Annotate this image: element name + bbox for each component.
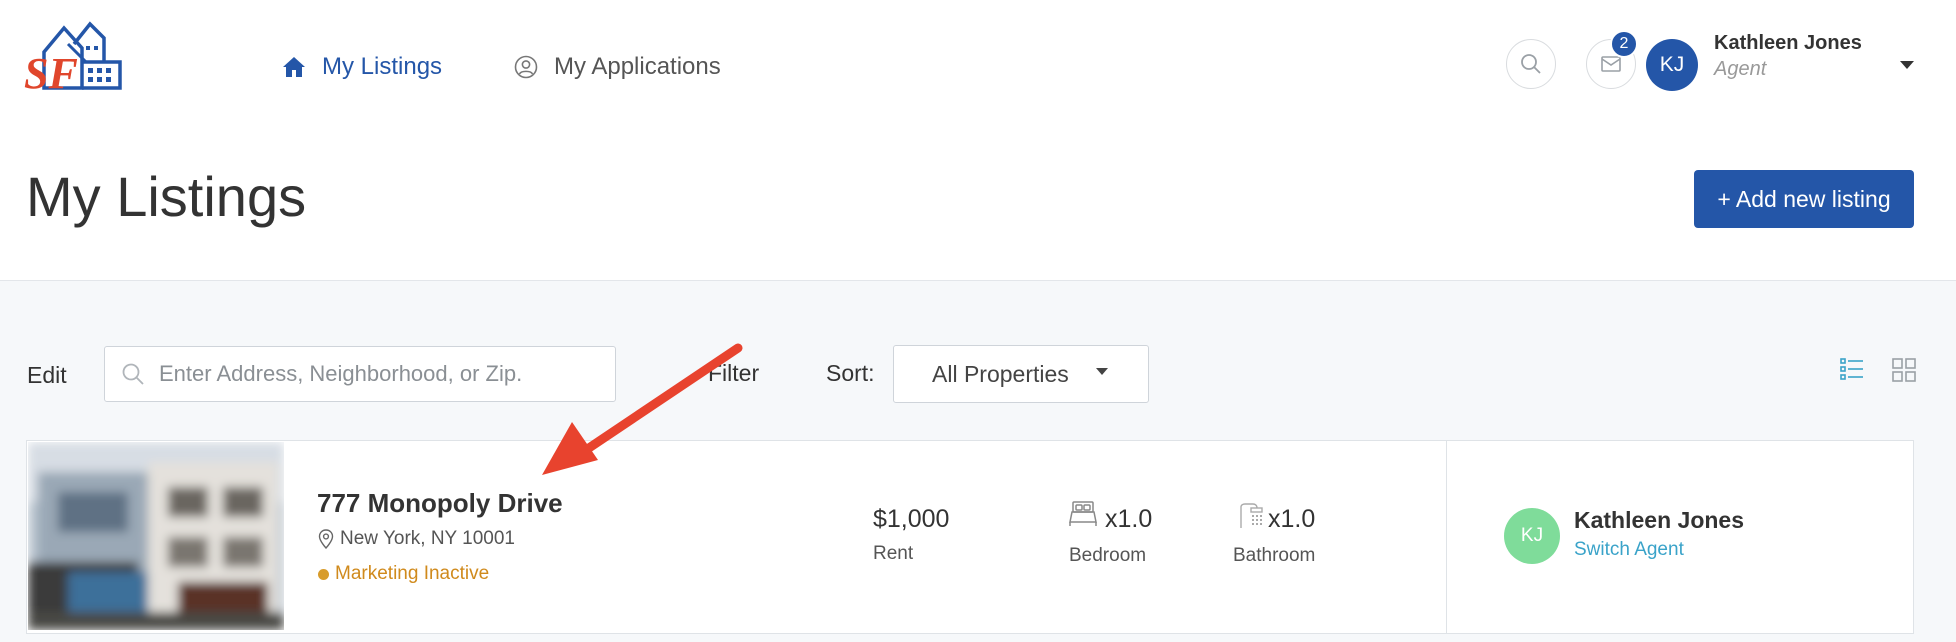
nav-my-applications[interactable]: My Applications bbox=[514, 48, 721, 86]
user-menu-caret-icon[interactable] bbox=[1900, 61, 1914, 69]
chevron-down-icon bbox=[1096, 368, 1108, 375]
listing-photo[interactable] bbox=[28, 442, 284, 630]
agent-avatar: KJ bbox=[1504, 508, 1560, 564]
page-title: My Listings bbox=[26, 165, 307, 228]
listing-location: New York, NY 10001 bbox=[318, 528, 515, 550]
nav-my-listings-label: My Listings bbox=[322, 53, 443, 80]
listing-card[interactable] bbox=[26, 440, 1914, 634]
grid-view-icon[interactable] bbox=[1892, 358, 1916, 387]
notification-badge: 2 bbox=[1610, 30, 1638, 58]
rent-value: $1,000 bbox=[873, 505, 950, 533]
company-logo[interactable]: SF bbox=[24, 18, 124, 98]
sort-dropdown[interactable]: All Properties bbox=[893, 345, 1149, 403]
bedroom-label: Bedroom bbox=[1069, 545, 1147, 566]
list-view-icon[interactable] bbox=[1840, 358, 1864, 385]
nav-my-applications-label: My Applications bbox=[554, 53, 721, 80]
home-icon bbox=[283, 57, 305, 77]
rent-label: Rent bbox=[873, 543, 914, 564]
sort-dropdown-value: All Properties bbox=[932, 360, 1069, 387]
bed-icon bbox=[1068, 500, 1098, 533]
listing-status-text: Marketing Inactive bbox=[335, 563, 490, 584]
add-new-listing-button[interactable]: + Add new listing bbox=[1694, 170, 1914, 228]
user-avatar[interactable]: KJ bbox=[1646, 39, 1698, 91]
status-dot-icon bbox=[318, 568, 329, 580]
user-circle-icon bbox=[514, 55, 538, 79]
listing-status: Marketing Inactive bbox=[318, 563, 489, 585]
user-name[interactable]: Kathleen Jones bbox=[1714, 32, 1862, 55]
nav-my-listings[interactable]: My Listings bbox=[282, 48, 442, 86]
header-search-button[interactable] bbox=[1506, 39, 1556, 89]
map-pin-icon bbox=[318, 529, 334, 549]
sort-label: Sort: bbox=[826, 360, 875, 386]
edit-button[interactable]: Edit bbox=[27, 362, 67, 389]
bedroom-value: x1.0 bbox=[1105, 505, 1153, 533]
listing-location-text: New York, NY 10001 bbox=[340, 528, 515, 549]
user-role: Agent bbox=[1714, 58, 1767, 80]
bathroom-label: Bathroom bbox=[1233, 545, 1316, 566]
search-icon bbox=[122, 363, 144, 385]
switch-agent-link[interactable]: Switch Agent bbox=[1574, 539, 1684, 561]
card-divider bbox=[1446, 440, 1447, 634]
annotation-arrow-icon bbox=[520, 330, 750, 495]
svg-text:SF: SF bbox=[24, 49, 78, 94]
shower-icon bbox=[1237, 503, 1263, 534]
bathroom-value: x1.0 bbox=[1268, 505, 1316, 533]
top-navbar: SF My Listings My Applications 2 KJ Kath… bbox=[0, 0, 1956, 134]
search-icon bbox=[1521, 54, 1541, 74]
agent-name: Kathleen Jones bbox=[1574, 507, 1744, 533]
mail-icon bbox=[1601, 56, 1621, 72]
